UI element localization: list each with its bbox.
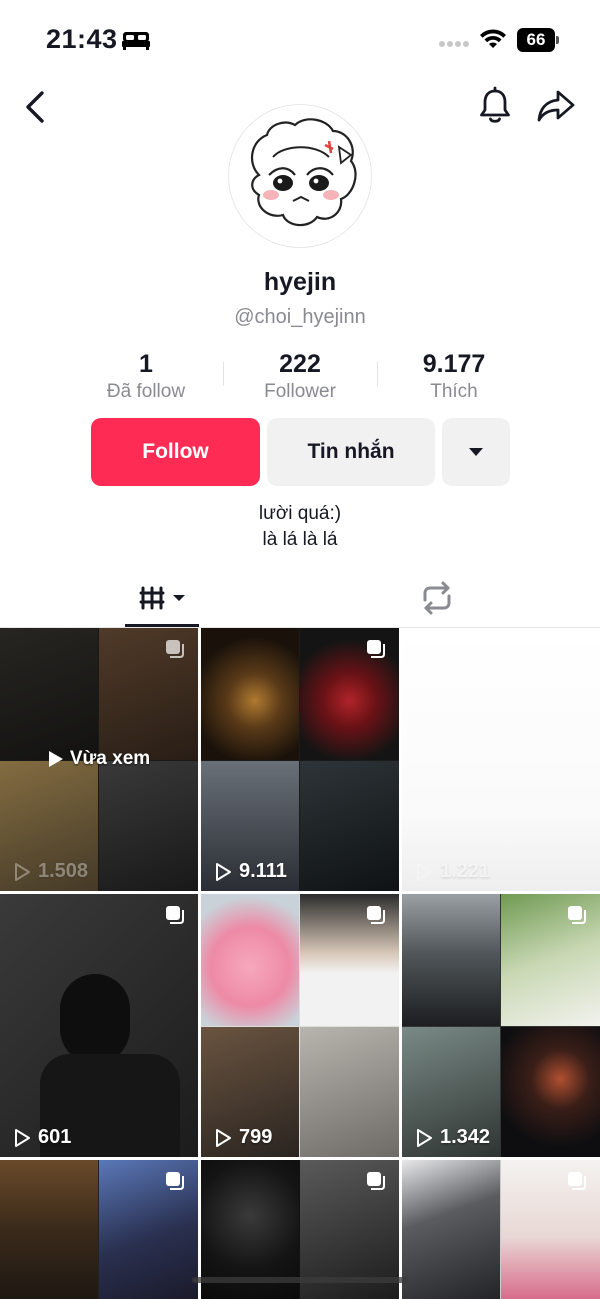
bio-line: lười quá:) [258,503,342,524]
view-count-value: 9.111 [239,860,287,882]
thumbnail [0,1160,98,1299]
battery-cap [556,36,559,44]
battery-level: 66 [517,28,555,52]
thumbnail [300,1027,399,1157]
play-outline-icon [417,1128,432,1147]
video-tile[interactable]: 799 [201,894,399,1157]
wifi-icon [480,29,506,48]
notification-bell-icon[interactable] [478,86,512,126]
thumbnail [300,761,399,891]
caret-down-icon [469,448,483,456]
message-button[interactable]: Tin nhắn [267,418,435,486]
stat-followers-label: Follower [264,381,336,402]
stat-following[interactable]: 1 Đã follow [66,350,226,403]
view-count: 9.111 [213,860,287,883]
video-tile[interactable]: 1.342 [402,894,600,1157]
photo-carousel-icon [568,906,586,924]
view-count: 1.342 [414,1126,490,1149]
display-name: hyejin [263,268,337,296]
profile-avatar[interactable] [228,104,372,248]
view-count-value: 799 [239,1126,273,1148]
video-grid-icon [139,586,185,610]
view-count: 601 [12,1126,71,1149]
stat-followers[interactable]: 222 Follower [220,350,380,403]
photo-carousel-icon [568,1172,586,1190]
stat-likes-value: 9.177 [422,350,486,378]
photo-carousel-icon [166,640,184,658]
avatar-illustration [229,105,371,247]
thumbnail [201,894,299,1026]
share-arrow-icon[interactable] [536,88,576,124]
stat-likes-label: Thích [430,381,478,402]
status-bar: 21:43 66 [0,0,600,80]
stat-following-value: 1 [139,350,153,378]
video-tile[interactable]: Vừa xem 1.508 [0,628,198,891]
back-arrow-icon[interactable] [20,88,52,126]
cellular-signal-icon [439,41,469,47]
repost-icon[interactable] [418,580,456,616]
view-count-value: 1.342 [440,1126,491,1148]
suggested-accounts-button[interactable] [442,418,510,486]
photo-carousel-icon [166,1172,184,1190]
video-tile[interactable]: 9.111 [201,628,399,891]
recently-watched-text: Vừa xem [69,748,151,769]
thumbnail [402,894,500,1026]
video-tile[interactable]: 601 [0,894,198,1157]
bio-line: là lá là lá [262,529,338,550]
photo-carousel-icon [166,906,184,924]
photo-carousel-icon [367,1172,385,1190]
thumbnail [402,1160,500,1299]
play-icon [48,751,63,767]
home-indicator[interactable] [192,1277,408,1283]
play-outline-icon [15,862,30,881]
view-count: 1.221 [414,860,490,883]
view-count-value: 601 [38,1126,72,1148]
thumbnail [501,1027,600,1157]
play-outline-icon [216,862,231,881]
play-outline-icon [417,862,432,881]
tab-videos[interactable] [125,576,199,626]
view-count: 1.508 [12,860,88,883]
stat-followers-value: 222 [279,350,321,378]
battery-indicator: 66 [517,28,559,52]
video-tile[interactable] [402,1160,600,1299]
thumbnail [201,628,299,760]
view-count-value: 1.508 [38,860,89,882]
play-outline-icon [15,1128,30,1147]
stat-likes[interactable]: 9.177 Thích [374,350,534,403]
bed-icon [122,32,150,50]
view-count: 799 [213,1126,272,1149]
video-tile[interactable]: 1.221 [402,628,600,891]
stat-following-label: Đã follow [106,381,186,402]
recently-watched-label: Vừa xem [0,748,198,770]
view-count-value: 1.221 [440,860,491,882]
status-time: 21:43 [46,24,118,54]
photo-carousel-icon [367,906,385,924]
video-tile[interactable] [0,1160,198,1299]
video-grid: Vừa xem 1.508 9.111 1.221 601 799 1.342 [0,628,600,1299]
username: @choi_hyejinn [234,306,366,328]
thumbnail [60,974,130,1064]
follow-button[interactable]: Follow [91,418,260,486]
play-outline-icon [216,1128,231,1147]
photo-carousel-icon [367,640,385,658]
